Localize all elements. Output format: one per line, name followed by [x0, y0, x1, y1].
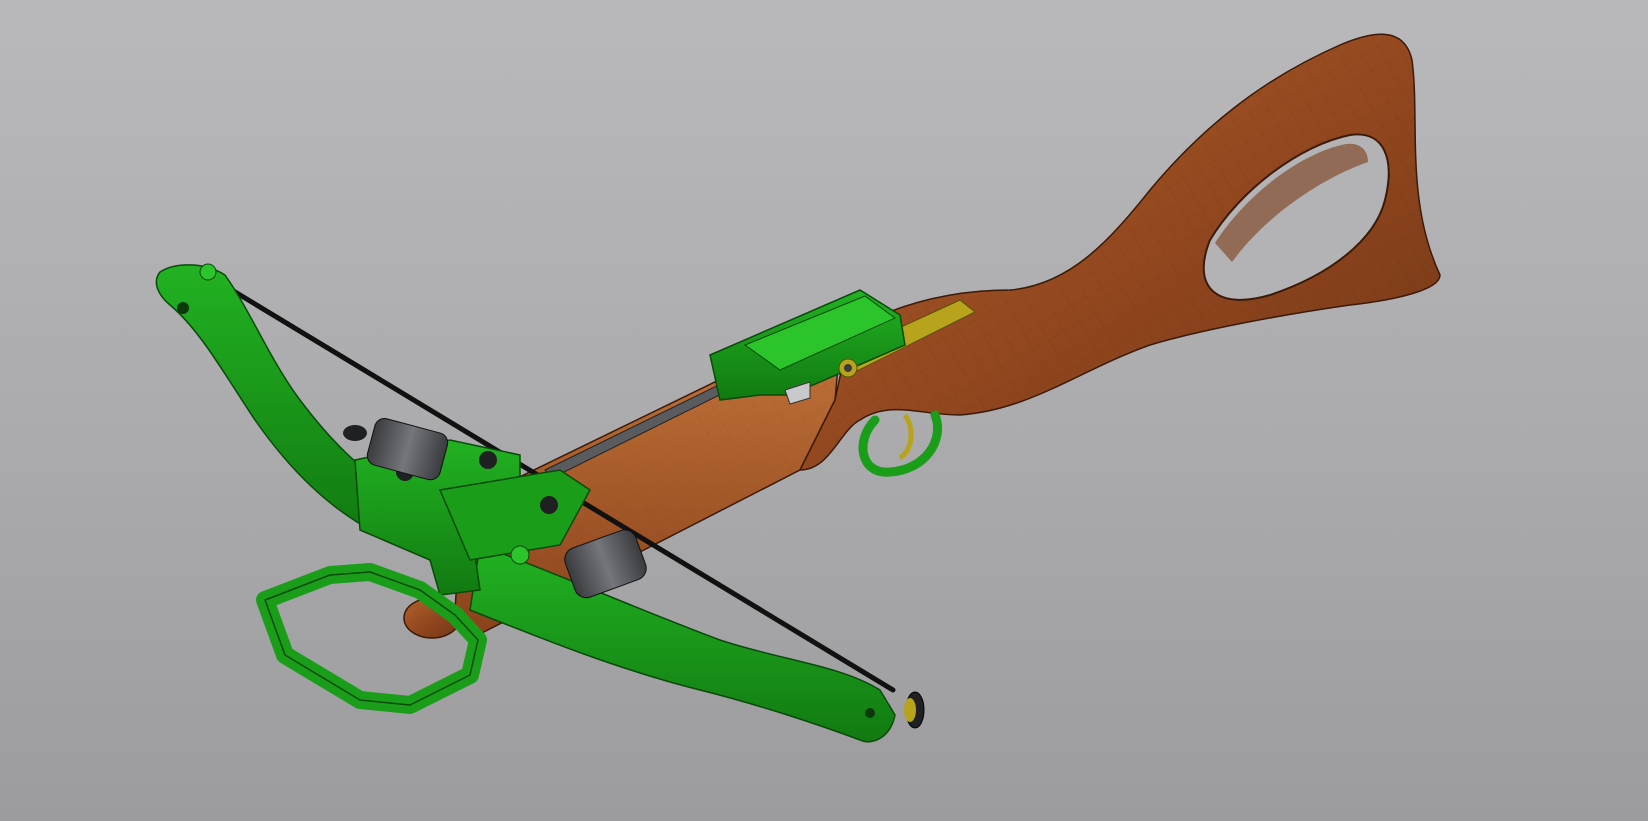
crossbow-model[interactable] — [0, 0, 1648, 821]
trigger-guard — [858, 410, 943, 477]
buttstock — [798, 33, 1441, 471]
3d-viewport[interactable] — [0, 0, 1648, 821]
bow-limb-right — [469, 543, 925, 743]
